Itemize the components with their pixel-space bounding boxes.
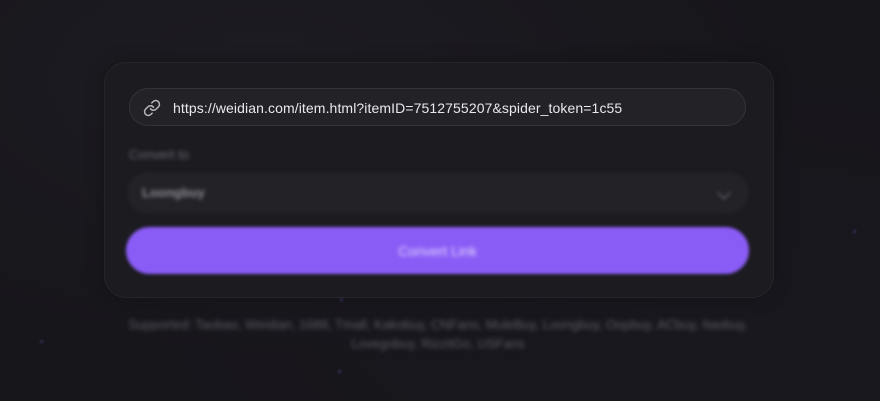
link-icon [143,99,161,117]
url-input-value[interactable]: https://weidian.com/item.html?itemID=751… [173,100,622,116]
background-star [338,370,341,373]
background-star [853,230,856,233]
supported-platforms-text: Supported: Taobao, Weidian, 1688, Tmall,… [110,315,766,353]
agent-select-value: Loongbuy [142,185,205,200]
convert-to-label: Convert to [129,147,189,162]
chevron-down-icon [716,185,732,201]
page-background: https://weidian.com/item.html?itemID=751… [0,0,880,401]
supported-line-2: Lovegobuy, RizzitGo, USFans [351,336,525,351]
background-star [340,298,343,301]
background-star [40,340,43,343]
product-url-input[interactable]: https://weidian.com/item.html?itemID=751… [129,88,746,126]
convert-link-button[interactable]: Convert Link [126,227,749,274]
agent-select[interactable]: Loongbuy [127,172,749,214]
convert-link-button-label: Convert Link [398,242,477,259]
supported-line-1: Supported: Taobao, Weidian, 1688, Tmall,… [128,317,748,332]
